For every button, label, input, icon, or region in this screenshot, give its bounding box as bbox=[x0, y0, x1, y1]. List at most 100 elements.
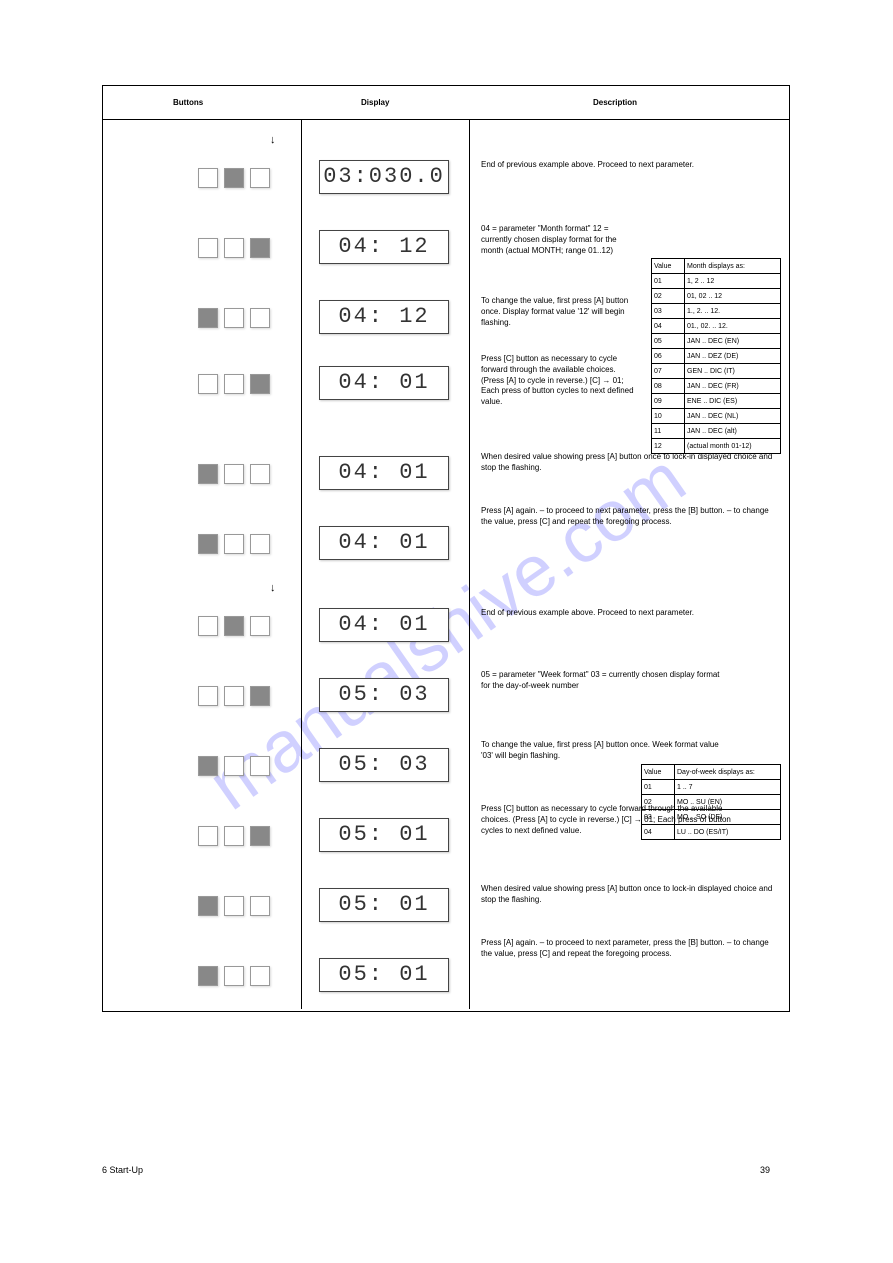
lcd-display: 04: 12 bbox=[319, 300, 449, 334]
down-arrow-icon: ↓ bbox=[270, 582, 276, 594]
tbl-header: Day-of-week displays as: bbox=[675, 765, 781, 780]
button-a[interactable] bbox=[198, 374, 218, 394]
tbl-cell: JAN .. DEC (EN) bbox=[685, 334, 781, 349]
tbl-cell: 1, 2 .. 12 bbox=[685, 274, 781, 289]
footer-page: 39 bbox=[760, 1165, 770, 1175]
button-b[interactable] bbox=[224, 966, 244, 986]
lcd-display: 05: 01 bbox=[319, 888, 449, 922]
tbl-cell: 03 bbox=[652, 304, 685, 319]
tbl-cell: 03 bbox=[642, 810, 675, 825]
tbl-cell: LU .. DO (ES/IT) bbox=[675, 825, 781, 840]
button-a[interactable] bbox=[198, 616, 218, 636]
button-a[interactable] bbox=[198, 756, 218, 776]
tbl-cell: 12 bbox=[652, 439, 685, 454]
tbl-cell: 01., 02. .. 12. bbox=[685, 319, 781, 334]
lcd-display: 04: 01 bbox=[319, 456, 449, 490]
desc: 05 = parameter "Week format" 03 = curren… bbox=[481, 670, 731, 692]
button-b[interactable] bbox=[224, 374, 244, 394]
button-c[interactable] bbox=[250, 616, 270, 636]
button-row bbox=[198, 464, 270, 484]
button-b[interactable] bbox=[224, 616, 244, 636]
desc: Press [C] button as necessary to cycle f… bbox=[481, 354, 641, 408]
page: manualshive.com Buttons Display Descript… bbox=[0, 0, 893, 1263]
button-row bbox=[198, 826, 270, 846]
tbl-cell: JAN .. DEC (FR) bbox=[685, 379, 781, 394]
tbl-cell: 05 bbox=[652, 334, 685, 349]
button-a[interactable] bbox=[198, 534, 218, 554]
button-c[interactable] bbox=[250, 896, 270, 916]
tbl-cell: 01, 02 .. 12 bbox=[685, 289, 781, 304]
button-a[interactable] bbox=[198, 308, 218, 328]
button-c[interactable] bbox=[250, 686, 270, 706]
button-b[interactable] bbox=[224, 168, 244, 188]
button-a[interactable] bbox=[198, 896, 218, 916]
col-header: Display bbox=[361, 98, 389, 107]
lcd-display: 05: 01 bbox=[319, 958, 449, 992]
button-c[interactable] bbox=[250, 374, 270, 394]
tbl-cell: JAN .. DEZ (DE) bbox=[685, 349, 781, 364]
tbl-cell: 01 bbox=[652, 274, 685, 289]
button-c[interactable] bbox=[250, 238, 270, 258]
button-c[interactable] bbox=[250, 168, 270, 188]
button-b[interactable] bbox=[224, 896, 244, 916]
main-table: Buttons Display Description ↓ 03:030.0 E… bbox=[102, 85, 790, 1012]
tbl-cell: JAN .. DEC (alt) bbox=[685, 424, 781, 439]
button-c[interactable] bbox=[250, 826, 270, 846]
button-row bbox=[198, 374, 270, 394]
button-b[interactable] bbox=[224, 534, 244, 554]
button-b[interactable] bbox=[224, 686, 244, 706]
button-a[interactable] bbox=[198, 826, 218, 846]
tbl-cell: JAN .. DEC (NL) bbox=[685, 409, 781, 424]
lcd-display: 04: 01 bbox=[319, 608, 449, 642]
button-c[interactable] bbox=[250, 534, 270, 554]
tbl-cell: MO .. SU (EN) bbox=[675, 795, 781, 810]
button-b[interactable] bbox=[224, 826, 244, 846]
desc: 04 = parameter "Month format" 12 = curre… bbox=[481, 224, 641, 256]
lcd-display: 05: 01 bbox=[319, 818, 449, 852]
desc: End of previous example above. Proceed t… bbox=[481, 608, 781, 619]
tbl-cell: 01 bbox=[642, 780, 675, 795]
button-row bbox=[198, 238, 270, 258]
col-header: Buttons bbox=[173, 98, 203, 107]
tbl-cell: 06 bbox=[652, 349, 685, 364]
button-b[interactable] bbox=[224, 238, 244, 258]
button-b[interactable] bbox=[224, 464, 244, 484]
button-a[interactable] bbox=[198, 686, 218, 706]
divider bbox=[469, 119, 470, 1009]
down-arrow-icon: ↓ bbox=[270, 134, 276, 146]
tbl-cell: MO .. SO (DE) bbox=[675, 810, 781, 825]
col-header: Description bbox=[593, 98, 637, 107]
tbl-cell: GEN .. DIC (IT) bbox=[685, 364, 781, 379]
desc: Press [A] again. – to proceed to next pa… bbox=[481, 506, 781, 528]
tbl-cell: 07 bbox=[652, 364, 685, 379]
tbl-header: Value bbox=[652, 259, 685, 274]
lcd-display: 03:030.0 bbox=[319, 160, 449, 194]
lcd-display: 04: 12 bbox=[319, 230, 449, 264]
button-a[interactable] bbox=[198, 238, 218, 258]
button-row bbox=[198, 756, 270, 776]
tbl-header: Value bbox=[642, 765, 675, 780]
button-a[interactable] bbox=[198, 168, 218, 188]
tbl-cell: 04 bbox=[642, 825, 675, 840]
button-c[interactable] bbox=[250, 966, 270, 986]
desc: To change the value, first press [A] but… bbox=[481, 740, 731, 762]
button-b[interactable] bbox=[224, 756, 244, 776]
tbl-cell: (actual month 01-12) bbox=[685, 439, 781, 454]
button-a[interactable] bbox=[198, 966, 218, 986]
tbl-cell: 11 bbox=[652, 424, 685, 439]
desc: End of previous example above. Proceed t… bbox=[481, 160, 781, 171]
desc: When desired value showing press [A] but… bbox=[481, 884, 781, 906]
tbl-cell: 02 bbox=[652, 289, 685, 304]
button-row bbox=[198, 534, 270, 554]
button-b[interactable] bbox=[224, 308, 244, 328]
tbl-cell: 04 bbox=[652, 319, 685, 334]
divider bbox=[103, 119, 789, 120]
button-c[interactable] bbox=[250, 308, 270, 328]
button-c[interactable] bbox=[250, 464, 270, 484]
tbl-cell: 1 .. 7 bbox=[675, 780, 781, 795]
tbl-cell: ENE .. DIC (ES) bbox=[685, 394, 781, 409]
desc: Press [A] again. – to proceed to next pa… bbox=[481, 938, 781, 960]
week-format-table: ValueDay-of-week displays as: 011 .. 7 0… bbox=[641, 764, 781, 840]
button-c[interactable] bbox=[250, 756, 270, 776]
button-a[interactable] bbox=[198, 464, 218, 484]
